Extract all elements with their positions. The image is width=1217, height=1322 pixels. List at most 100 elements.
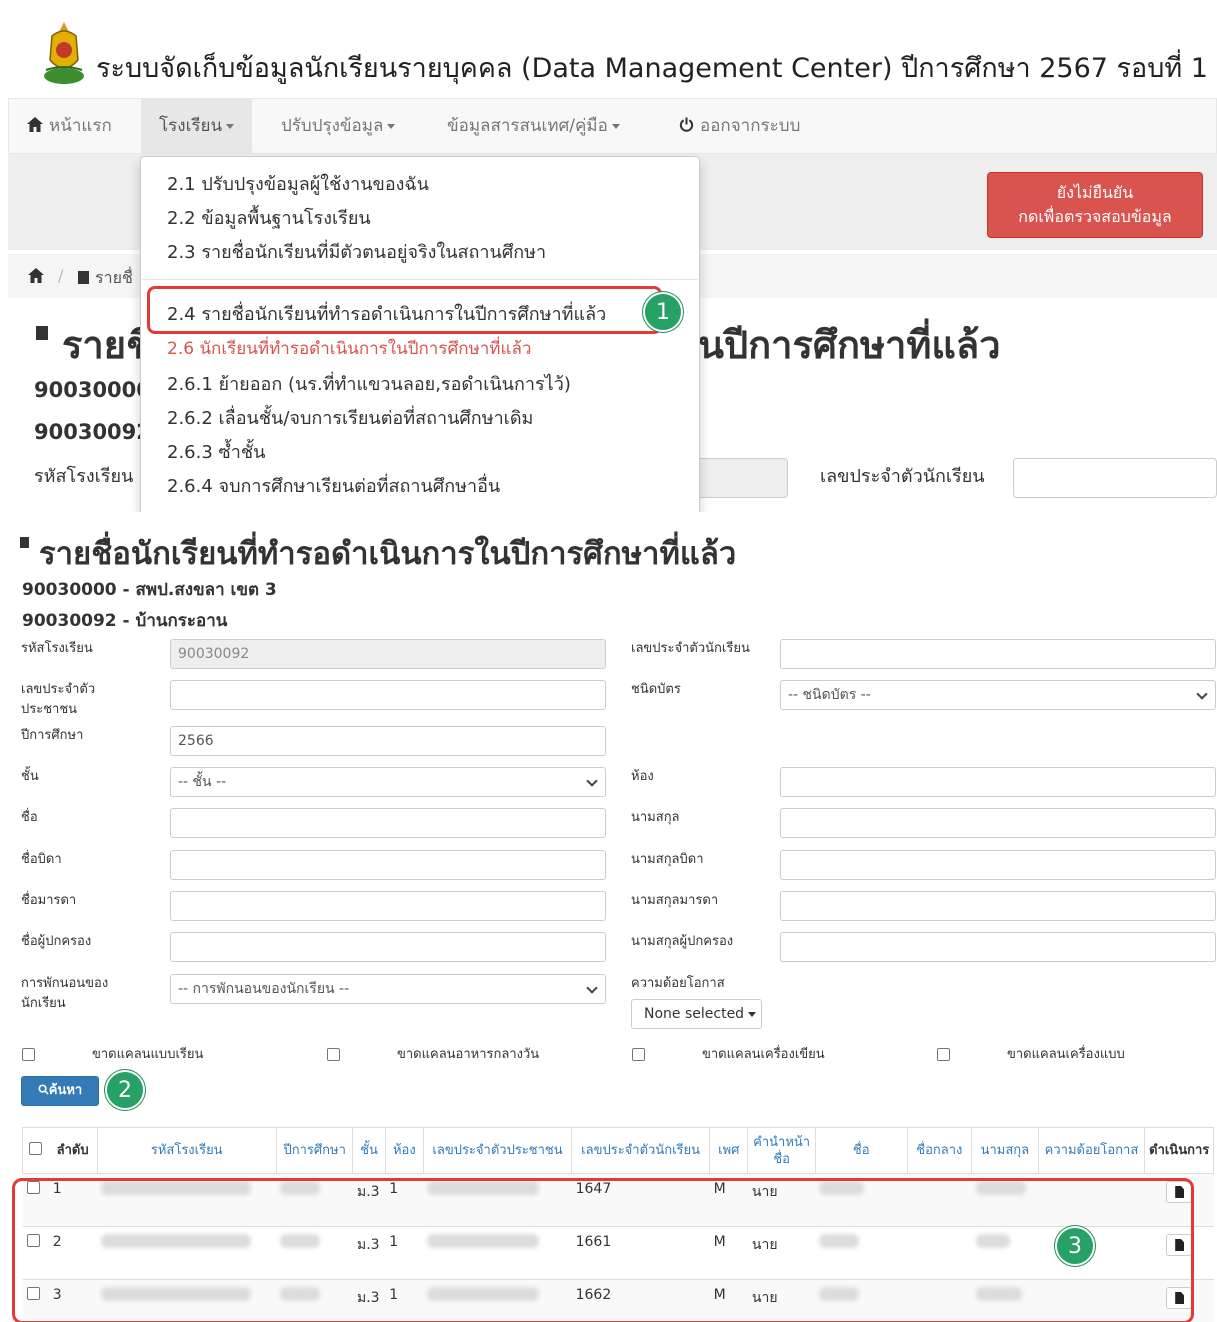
menu-item-promote-label: 2.6.2 เลื่อนชั้น/จบการเรียนต่อที่สถานศึก… <box>167 408 534 429</box>
col-grade[interactable]: ชั้น <box>352 1127 386 1174</box>
mother-last-name-label: นามสกุลมารดา <box>631 893 719 908</box>
home-icon[interactable] <box>28 268 44 283</box>
card-type-label: ชนิดบัตร <box>631 682 681 697</box>
student-id-input[interactable] <box>780 639 1216 669</box>
grade-value: -- ชั้น -- <box>178 774 227 790</box>
menu-item-repeat-grade-label: 2.6.3 ซ้ำชั้น <box>167 442 266 463</box>
year-label: ปีการศึกษา <box>21 728 84 743</box>
last-name-label: นามสกุล <box>631 810 680 825</box>
confirm-line-1: ยังไม่ยืนยัน <box>1056 183 1134 202</box>
step-badge-1: 1 <box>643 292 683 332</box>
residence-label: การพักนอนของ นักเรียน <box>21 974 108 1014</box>
menu-item-school-info[interactable]: 2.2 ข้อมูลพื้นฐานโรงเรียน <box>167 203 371 232</box>
student-id-label: เลขประจำตัวนักเรียน <box>631 641 750 656</box>
nav-info-label: ข้อมูลสารสนเทศ/คู่มือ <box>447 116 608 136</box>
main-navbar: หน้าแรก โรงเรียน ปรับปรุงข้อมูล ข้อมูลสา… <box>8 98 1217 154</box>
checkbox-no-textbook[interactable] <box>22 1048 35 1061</box>
school-code-input[interactable]: 90030092 <box>170 639 606 669</box>
col-year[interactable]: ปีการศึกษา <box>275 1127 354 1174</box>
nav-update[interactable]: ปรับปรุงข้อมูล <box>263 99 413 153</box>
confirm-line-2: กดเพื่อตรวจสอบข้อมูล <box>1018 207 1172 226</box>
mother-last-name-input[interactable] <box>780 891 1216 921</box>
col-school-code[interactable]: รหัสโรงเรียน <box>96 1127 277 1174</box>
background-student-id-label: เลขประจำตัวนักเรียน <box>820 466 985 487</box>
chevron-down-icon <box>586 982 598 994</box>
father-name-label: ชื่อบิดา <box>21 852 62 867</box>
last-name-input[interactable] <box>780 808 1216 838</box>
residence-label-line1: การพักนอนของ <box>21 976 109 991</box>
nav-update-label: ปรับปรุงข้อมูล <box>281 116 384 136</box>
nav-school[interactable]: โรงเรียน <box>141 99 253 153</box>
menu-item-user-profile[interactable]: 2.1 ปรับปรุงข้อมูลผู้ใช้งานของฉัน <box>167 169 429 198</box>
checkbox-no-lunch[interactable] <box>327 1048 340 1061</box>
disadvantage-label: ความด้อยโอกาส <box>631 976 725 991</box>
col-sex[interactable]: เพศ <box>709 1127 749 1174</box>
background-title-left: รายชื่ <box>62 323 152 367</box>
col-no[interactable]: ลำดับ <box>48 1127 98 1174</box>
step-badge-3: 3 <box>1055 1226 1095 1266</box>
checkbox-no-lunch-label: ขาดแคลนอาหารกลางวัน <box>397 1047 540 1062</box>
search-button[interactable]: ค้นหา <box>21 1076 99 1106</box>
background-school-code-label: รหัสโรงเรียน <box>34 466 134 487</box>
menu-item-repeat-grade[interactable]: 2.6.3 ซ้ำชั้น <box>167 437 265 466</box>
col-last-name[interactable]: นามสกุล <box>971 1127 1039 1174</box>
background-title-right: นปีการศึกษาที่แล้ว <box>698 323 1001 367</box>
checkbox-no-stationery-label: ขาดแคลนเครื่องเขียน <box>702 1047 825 1062</box>
room-label: ห้อง <box>631 769 654 784</box>
school-code-label: รหัสโรงเรียน <box>21 641 93 656</box>
app-title: ระบบจัดเก็บข้อมูลนักเรียนรายบุคคล (Data … <box>96 53 1208 84</box>
nav-info[interactable]: ข้อมูลสารสนเทศ/คู่มือ <box>429 99 638 153</box>
checkbox-no-stationery[interactable] <box>632 1048 645 1061</box>
table-header-row: ลำดับ รหัสโรงเรียน ปีการศึกษา ชั้น ห้อง … <box>21 1127 1214 1174</box>
menu-item-graduate-transfer[interactable]: 2.6.4 จบการศึกษาเรียนต่อที่สถานศึกษาอื่น <box>167 471 500 500</box>
nav-home[interactable]: หน้าแรก <box>9 99 130 153</box>
breadcrumb-separator: / <box>58 266 64 285</box>
book-icon <box>20 537 29 548</box>
first-name-label: ชื่อ <box>21 810 38 825</box>
background-school-code-input <box>690 458 788 498</box>
menu-item-active-students[interactable]: 2.3 รายชื่อนักเรียนที่มีตัวตนอยู่จริงในส… <box>167 237 546 266</box>
mother-name-input[interactable] <box>170 891 606 921</box>
step-badge-2: 2 <box>105 1070 145 1110</box>
citizen-id-label-line1: เลขประจำตัว <box>21 682 96 697</box>
col-first-name[interactable]: ชื่อ <box>814 1127 908 1174</box>
citizen-id-input[interactable] <box>170 680 606 710</box>
col-middle-name[interactable]: ชื่อกลาง <box>906 1127 973 1174</box>
home-icon <box>27 117 43 132</box>
card-type-select[interactable]: -- ชนิดบัตร -- <box>780 680 1216 710</box>
disadvantage-multiselect[interactable]: None selected <box>631 999 762 1029</box>
select-all-checkbox[interactable] <box>29 1141 43 1155</box>
residence-select[interactable]: -- การพักนอนของนักเรียน -- <box>170 974 606 1004</box>
background-area-code: 90030000 <box>34 378 151 402</box>
col-room[interactable]: ห้อง <box>384 1127 424 1174</box>
nav-logout[interactable]: ออกจากระบบ <box>661 99 818 153</box>
father-last-name-input[interactable] <box>780 850 1216 880</box>
menu-item-graduate-transfer-label: 2.6.4 จบการศึกษาเรียนต่อที่สถานศึกษาอื่น <box>167 476 501 497</box>
page-title-label: รายชื่อนักเรียนที่ทำรอดำเนินการในปีการศึ… <box>39 536 737 572</box>
col-prefix[interactable]: คำนำหน้าชื่อ <box>747 1127 816 1174</box>
checkbox-no-textbook-label: ขาดแคลนแบบเรียน <box>92 1047 204 1062</box>
breadcrumb-current: รายชื่ <box>78 266 133 291</box>
confirm-status-button[interactable]: ยังไม่ยืนยัน กดเพื่อตรวจสอบข้อมูล <box>987 172 1203 238</box>
card-type-value: -- ชนิดบัตร -- <box>788 687 871 703</box>
father-name-input[interactable] <box>170 850 606 880</box>
col-citizen-id[interactable]: เลขประจำตัวประชาชน <box>422 1127 573 1174</box>
background-student-id-input <box>1013 458 1217 498</box>
room-input[interactable] <box>780 767 1216 797</box>
nav-home-label: หน้าแรก <box>49 116 112 136</box>
col-action: ดำเนินการ <box>1144 1127 1214 1174</box>
guardian-name-input[interactable] <box>170 932 606 962</box>
col-disadvantage[interactable]: ความด้อยโอกาส <box>1037 1127 1146 1174</box>
menu-divider <box>142 279 698 280</box>
guardian-last-name-input[interactable] <box>780 932 1216 962</box>
menu-item-promote[interactable]: 2.6.2 เลื่อนชั้น/จบการเรียนต่อที่สถานศึก… <box>167 403 533 432</box>
col-student-id[interactable]: เลขประจำตัวนักเรียน <box>571 1127 711 1174</box>
disadvantage-value: None selected <box>644 1006 745 1022</box>
top-screenshot-panel: ระบบจัดเก็บข้อมูลนักเรียนรายบุคคล (Data … <box>0 0 1217 512</box>
menu-item-move-out[interactable]: 2.6.1 ย้ายออก (นร.ที่ทำแขวนลอย,รอดำเนินก… <box>167 369 571 398</box>
checkbox-no-uniform[interactable] <box>937 1048 950 1061</box>
mother-name-label: ชื่อมารดา <box>21 893 77 908</box>
grade-select[interactable]: -- ชั้น -- <box>170 767 606 797</box>
year-input[interactable]: 2566 <box>170 726 606 756</box>
first-name-input[interactable] <box>170 808 606 838</box>
